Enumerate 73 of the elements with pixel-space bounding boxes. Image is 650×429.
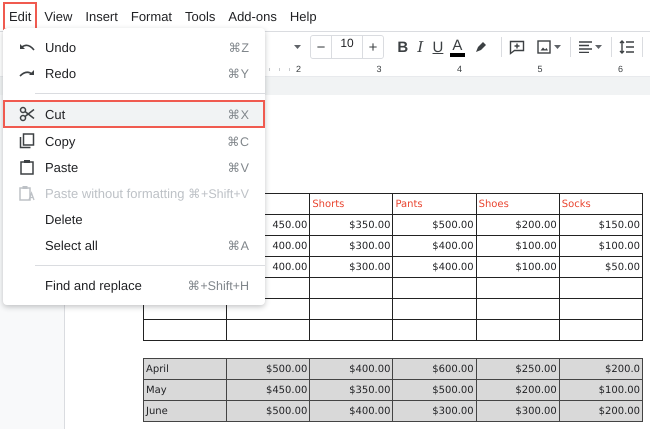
scissors-icon xyxy=(19,106,35,122)
shortcut-label: ⌘+Shift+V xyxy=(188,186,249,200)
clipboard-icon xyxy=(19,185,35,201)
menu-item[interactable]: Insert xyxy=(79,2,124,30)
column-header: Shorts xyxy=(310,194,393,214)
shortcut-label: ⌘X xyxy=(228,106,249,122)
undo-icon xyxy=(19,43,35,51)
table-cell: $200.00 xyxy=(476,380,560,400)
table-cell: $400.00 xyxy=(310,400,393,422)
menu-item[interactable]: Tools xyxy=(179,2,222,30)
underline-button[interactable]: U xyxy=(429,35,447,59)
copy-icon xyxy=(19,133,35,149)
table-cell: $450.00 xyxy=(226,380,310,400)
align-icon[interactable] xyxy=(578,41,604,53)
bold-button[interactable]: B xyxy=(394,35,412,59)
table-cell: $500.00 xyxy=(392,214,476,236)
table-cell: $400.00 xyxy=(310,358,393,380)
shortcut-label: ⌘C xyxy=(226,134,249,148)
menu-item[interactable]: Paste ⌘V xyxy=(3,154,265,180)
menu-item[interactable]: Copy ⌘C xyxy=(3,128,265,154)
table-cell: $100.00 xyxy=(559,236,642,256)
shortcut-label: ⌘Z xyxy=(228,40,249,54)
table-cell: $500.00 xyxy=(392,380,476,400)
column-header: Pants xyxy=(392,194,476,214)
caret-icon[interactable] xyxy=(293,44,302,50)
table-cell: $50.00 xyxy=(559,256,642,278)
table-cell: $100.00 xyxy=(476,236,560,256)
shortcut-label: ⌘V xyxy=(228,160,249,174)
table-cell: $100.00 xyxy=(476,256,560,278)
highlighter-icon[interactable] xyxy=(474,40,488,54)
menu-item[interactable]: Add-ons xyxy=(222,2,283,30)
menu-item[interactable]: Cut ⌘X xyxy=(3,100,265,128)
table-cell: $350.00 xyxy=(310,380,393,400)
line-spacing-icon[interactable] xyxy=(619,40,636,54)
menu-item[interactable]: View xyxy=(38,2,78,30)
table-cell: April xyxy=(144,358,227,380)
text-color-button[interactable]: A xyxy=(450,37,466,57)
clipboard-icon xyxy=(19,159,35,175)
table-cell: $300.00 xyxy=(476,400,560,422)
image-icon[interactable] xyxy=(537,40,564,54)
table-cell: $200.00 xyxy=(559,400,642,422)
font-size-field[interactable]: 10 xyxy=(331,36,363,58)
menu-item[interactable]: Redo ⌘Y xyxy=(3,60,265,86)
table-cell: June xyxy=(144,400,227,422)
italic-button[interactable]: I xyxy=(412,35,430,59)
table-cell: $250.00 xyxy=(476,358,560,380)
table-cell: May xyxy=(144,380,227,400)
table-cell: $300.00 xyxy=(310,256,393,278)
menu-item[interactable]: Format xyxy=(124,2,178,30)
table-cell: $500.00 xyxy=(226,358,310,380)
table-cell: $400.00 xyxy=(392,236,476,256)
shortcut-label: ⌘+Shift+H xyxy=(187,278,249,292)
increase-font-button[interactable]: + xyxy=(363,36,383,58)
table-cell: $400.00 xyxy=(392,256,476,278)
shortcut-label: ⌘Y xyxy=(228,66,249,80)
table-cell: $600.00 xyxy=(392,358,476,380)
table-cell: $300.00 xyxy=(310,236,393,256)
ruler-number: 6 xyxy=(618,64,650,74)
decrease-font-button[interactable]: − xyxy=(311,36,331,58)
table-cell: $300.00 xyxy=(392,400,476,422)
column-header: Shoes xyxy=(476,194,560,214)
table-cell: $200.00 xyxy=(476,214,560,236)
column-header: Socks xyxy=(559,194,642,214)
table-cell: $150.00 xyxy=(559,214,642,236)
menu-item[interactable]: Help xyxy=(284,2,323,30)
table-cell: $500.00 xyxy=(226,400,310,422)
table-cell: $350.00 xyxy=(310,214,393,236)
table-cell: $100.00 xyxy=(559,380,642,400)
table-cell: $200.0 xyxy=(559,358,642,380)
comment-icon[interactable] xyxy=(509,40,526,54)
menu-item[interactable]: Undo ⌘Z xyxy=(3,34,265,60)
shortcut-label: ⌘A xyxy=(228,238,249,252)
redo-icon xyxy=(19,69,35,77)
